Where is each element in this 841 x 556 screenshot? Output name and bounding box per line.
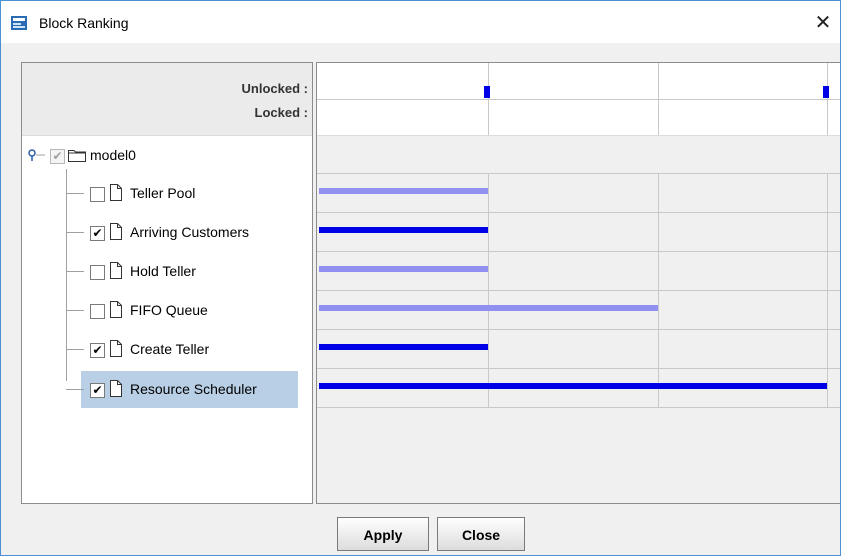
dialog-footer: Apply Close — [1, 505, 840, 555]
tree-item-create-teller[interactable]: ✔ Create Teller — [66, 335, 298, 363]
rank-bar[interactable] — [319, 227, 489, 233]
close-button[interactable]: Close — [437, 517, 525, 551]
item-checkbox[interactable]: ✔ — [90, 383, 105, 398]
grid-line-horizontal — [317, 290, 840, 291]
item-checkbox[interactable] — [90, 304, 105, 319]
tree-item-teller-pool[interactable]: Teller Pool — [66, 179, 298, 207]
header-divider — [317, 99, 840, 100]
tree-item-label: Hold Teller — [130, 263, 196, 279]
item-checkbox[interactable] — [90, 187, 105, 202]
document-icon — [110, 262, 122, 279]
title-bar: Block Ranking ✕ — [1, 1, 840, 43]
unlocked-marker[interactable] — [823, 86, 829, 98]
close-window-icon[interactable]: ✕ — [810, 9, 836, 35]
document-icon — [110, 184, 122, 201]
item-checkbox[interactable]: ✔ — [90, 343, 105, 358]
apply-button[interactable]: Apply — [337, 517, 429, 551]
grid-line-vertical — [657, 63, 659, 135]
tree-item-hold-teller[interactable]: Hold Teller — [66, 257, 298, 285]
tree-expander-icon[interactable] — [28, 148, 46, 162]
unlocked-label: Unlocked : — [241, 81, 308, 96]
document-icon — [110, 340, 122, 357]
grid-line-horizontal — [317, 329, 840, 330]
block-tree-pane: Unlocked : Locked : ✔ model0 Teller Pool… — [21, 62, 313, 504]
rank-bar[interactable] — [319, 266, 489, 272]
grid-line-horizontal — [317, 212, 840, 213]
grid-line-vertical — [827, 173, 828, 407]
window-title: Block Ranking — [39, 15, 129, 31]
tree-item-label: FIFO Queue — [130, 302, 208, 318]
unlocked-marker[interactable] — [484, 86, 491, 98]
folder-icon — [68, 150, 86, 162]
grid-line-horizontal — [317, 251, 840, 252]
document-icon — [110, 223, 122, 240]
tree-item-arriving-customers[interactable]: ✔ Arriving Customers — [66, 218, 298, 246]
ranking-chart-pane — [316, 62, 840, 504]
tree-item-label: Arriving Customers — [130, 224, 250, 240]
grid-line-horizontal — [317, 407, 840, 408]
main-content: Unlocked : Locked : ✔ model0 Teller Pool… — [1, 53, 840, 505]
tree-root-model0[interactable]: ✔ model0 — [28, 141, 298, 169]
grid-line-vertical — [827, 63, 828, 135]
rank-bar[interactable] — [319, 383, 827, 389]
locked-label: Locked : — [254, 105, 308, 120]
rank-bar[interactable] — [319, 305, 658, 311]
lock-header: Unlocked : Locked : — [22, 63, 312, 136]
tree-item-label: Resource Scheduler — [130, 381, 257, 397]
item-checkbox[interactable]: ✔ — [90, 226, 105, 241]
grid-line-horizontal — [317, 173, 840, 174]
lock-marker-header — [317, 63, 840, 136]
ranking-bars — [317, 135, 840, 503]
grid-line-vertical — [488, 173, 490, 407]
rank-bar[interactable] — [319, 344, 489, 350]
document-icon — [110, 301, 122, 318]
grid-line-vertical — [488, 63, 490, 135]
tree-root-label: model0 — [90, 147, 136, 163]
tree-item-fifo-queue[interactable]: FIFO Queue — [66, 296, 298, 324]
root-checkbox[interactable]: ✔ — [50, 149, 65, 164]
rank-bar[interactable] — [319, 188, 489, 194]
item-checkbox[interactable] — [90, 265, 105, 280]
block-ranking-dialog: Block Ranking ✕ Unlocked : Locked : ✔ mo… — [0, 0, 841, 556]
block-tree: ✔ model0 Teller Pool ✔ Arriving Customer… — [22, 135, 312, 503]
tree-item-label: Create Teller — [130, 341, 210, 357]
app-icon — [11, 16, 27, 30]
grid-line-vertical — [657, 173, 659, 407]
tree-item-label: Teller Pool — [130, 185, 196, 201]
tree-item-resource-scheduler[interactable]: ✔ Resource Scheduler — [66, 375, 298, 403]
grid-line-horizontal — [317, 368, 840, 369]
document-icon — [110, 380, 122, 397]
